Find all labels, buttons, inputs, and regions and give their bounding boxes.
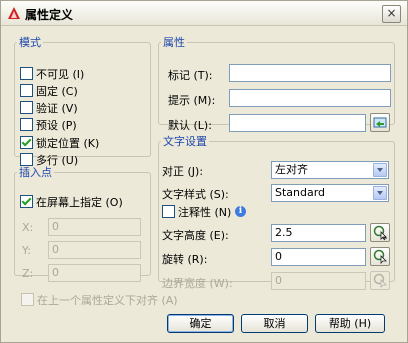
boundary-width-label: 边界宽度 (W): — [162, 277, 233, 290]
insert-field-button[interactable] — [370, 113, 390, 132]
mode-legend: 模式 — [19, 36, 41, 49]
x-label: X: — [22, 221, 34, 234]
pick-height-button[interactable] — [370, 223, 390, 242]
title-bar: 属性定义 × — [1, 1, 407, 26]
constant-check-box[interactable] — [20, 84, 33, 97]
justification-select[interactable]: 左对齐 — [271, 161, 389, 179]
chevron-down-icon[interactable] — [373, 186, 387, 200]
autocad-logo-icon — [8, 7, 20, 19]
text-style-select[interactable]: Standard — [271, 184, 389, 202]
cancel-button[interactable]: 取消 — [241, 314, 308, 333]
insert-field-icon — [373, 117, 387, 128]
window-title: 属性定义 — [25, 8, 74, 22]
justification-label: 对正 (J): — [162, 165, 204, 178]
preset-check-box[interactable] — [20, 118, 33, 131]
close-button[interactable]: × — [382, 5, 401, 23]
attribute-group: 属性 标记 (T): 提示 (M): 默认 (L): — [158, 34, 395, 132]
preset-label: 预设 (P) — [36, 118, 77, 132]
verify-check-box[interactable] — [20, 101, 33, 114]
chevron-down-icon[interactable] — [373, 163, 387, 177]
specify-onscreen-label: 在屏幕上指定 (O) — [36, 195, 123, 209]
constant-label: 固定 (C) — [36, 84, 78, 98]
lock-position-check-box[interactable] — [20, 136, 33, 149]
invisible-checkbox[interactable]: 不可见 (I) — [20, 66, 84, 81]
text-style-label: 文字样式 (S): — [162, 188, 229, 201]
constant-checkbox[interactable]: 固定 (C) — [20, 83, 78, 98]
annotative-label: 注释性 (N) — [178, 205, 232, 219]
ok-button[interactable]: 确定 — [167, 314, 234, 333]
annotative-check-box[interactable] — [162, 205, 175, 218]
pick-rotation-button[interactable] — [370, 247, 390, 266]
rotation-label: 旋转 (R): — [162, 253, 208, 266]
text-settings-group: 文字设置 对正 (J): 左对齐 文字样式 (S): Standard 注释性 … — [158, 133, 395, 290]
invisible-label: 不可见 (I) — [36, 67, 85, 81]
align-below-label: 在上一个属性定义下对齐 (A) — [37, 293, 178, 307]
text-height-input[interactable]: 2.5 — [271, 224, 366, 242]
default-label: 默认 (L): — [168, 119, 212, 132]
annotative-checkbox[interactable]: 注释性 (N) — [162, 204, 231, 219]
x-input[interactable]: 0 — [48, 218, 141, 236]
info-icon[interactable]: i — [235, 206, 246, 217]
tag-label: 标记 (T): — [168, 69, 213, 82]
prompt-input[interactable] — [229, 89, 391, 107]
attribute-legend: 属性 — [163, 36, 185, 49]
pick-point-icon — [373, 225, 388, 241]
attribute-definition-dialog: 属性定义 × 模式 不可见 (I) 固定 (C) 验证 (V) 预设 (P) 锁… — [0, 0, 408, 343]
close-icon: × — [386, 6, 397, 20]
specify-onscreen-checkbox[interactable]: 在屏幕上指定 (O) — [20, 194, 123, 209]
invisible-check-box[interactable] — [20, 67, 33, 80]
specify-onscreen-check-box[interactable] — [20, 195, 33, 208]
default-input[interactable] — [229, 114, 366, 132]
align-below-check-box[interactable] — [21, 293, 34, 306]
verify-label: 验证 (V) — [36, 101, 78, 115]
pick-boundary-button[interactable] — [370, 271, 390, 290]
lock-position-label: 锁定位置 (K) — [36, 136, 100, 150]
pick-point-icon — [373, 249, 387, 264]
prompt-label: 提示 (M): — [168, 94, 216, 107]
help-button[interactable]: 帮助 (H) — [315, 314, 385, 333]
insertion-point-legend: 插入点 — [19, 166, 52, 179]
justification-value: 左对齐 — [275, 163, 308, 176]
mode-group: 模式 不可见 (I) 固定 (C) 验证 (V) 预设 (P) 锁定位置 (K)… — [14, 34, 151, 167]
z-label: Z: — [22, 267, 34, 280]
z-input[interactable]: 0 — [48, 264, 141, 282]
align-below-checkbox[interactable]: 在上一个属性定义下对齐 (A) — [21, 292, 178, 307]
y-label: Y: — [22, 244, 31, 257]
text-style-value: Standard — [275, 186, 326, 199]
tag-input[interactable] — [229, 64, 391, 82]
pick-point-icon — [373, 273, 387, 288]
verify-checkbox[interactable]: 验证 (V) — [20, 100, 78, 115]
insertion-point-group: 插入点 在屏幕上指定 (O) X: 0 Y: 0 Z: 0 — [14, 164, 151, 282]
preset-checkbox[interactable]: 预设 (P) — [20, 117, 77, 132]
lock-position-checkbox[interactable]: 锁定位置 (K) — [20, 135, 99, 150]
text-settings-legend: 文字设置 — [163, 135, 207, 148]
rotation-input[interactable]: 0 — [271, 248, 366, 266]
text-height-label: 文字高度 (E): — [162, 229, 229, 242]
boundary-width-input[interactable]: 0 — [271, 272, 366, 290]
y-input[interactable]: 0 — [48, 241, 141, 259]
